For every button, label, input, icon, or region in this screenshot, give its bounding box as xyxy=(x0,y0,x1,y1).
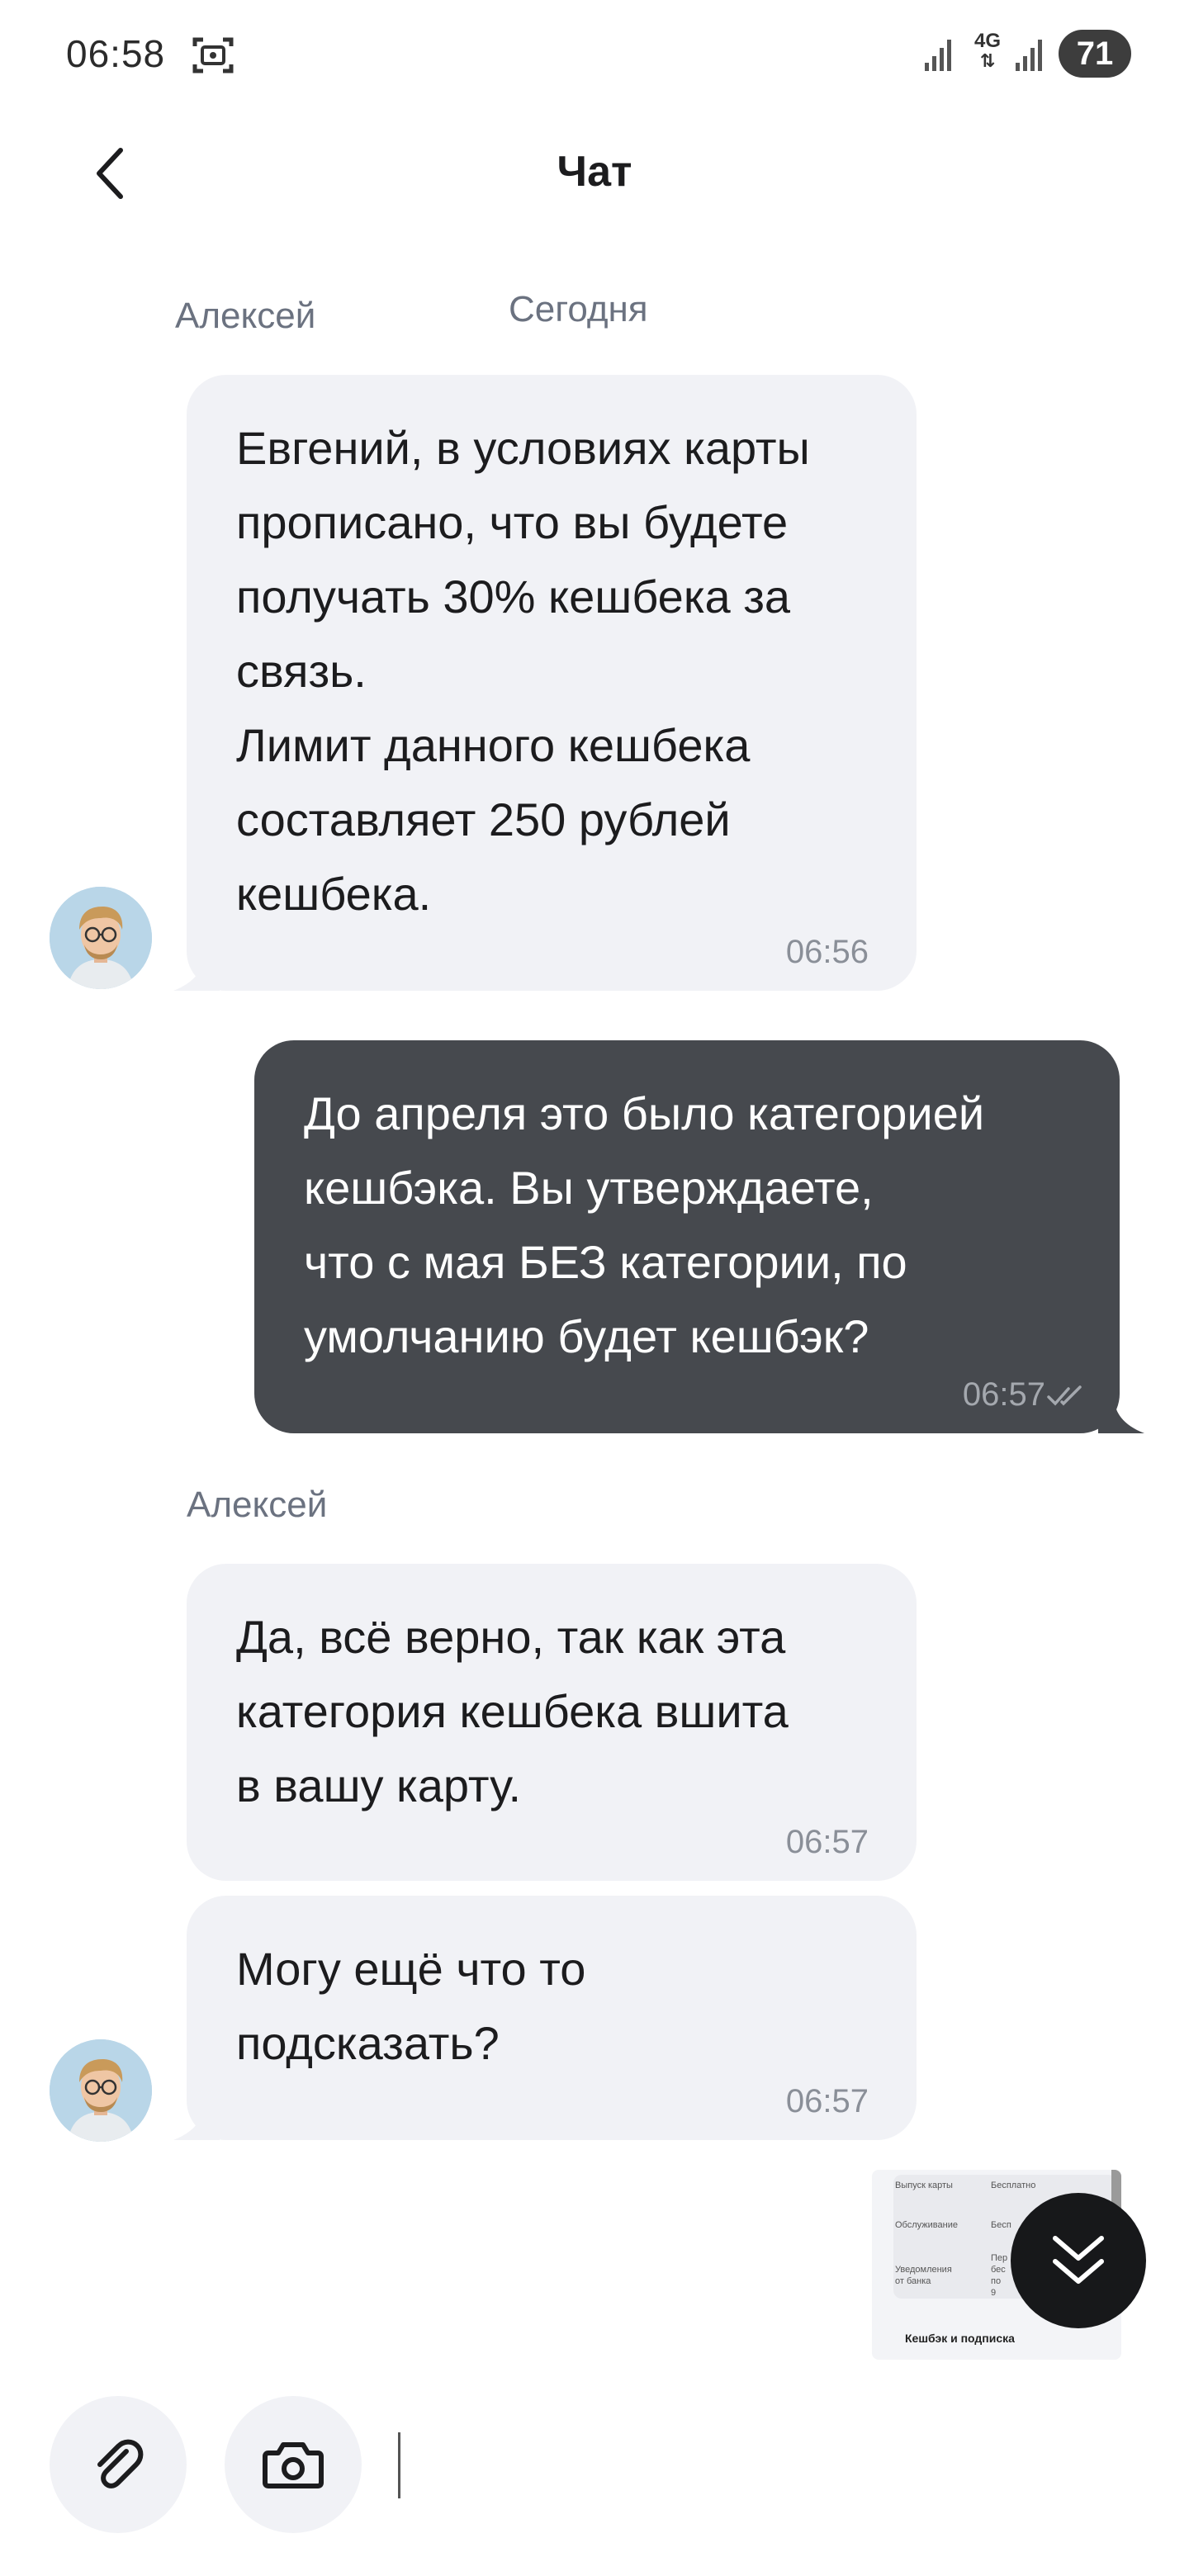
camera-icon xyxy=(263,2442,324,2488)
message-bubble-outgoing[interactable]: До апреля это было категорией кешбэка. В… xyxy=(254,1040,1120,1433)
page-title: Чат xyxy=(557,148,632,196)
attach-button[interactable] xyxy=(50,2396,187,2533)
message-bubble-incoming[interactable]: Евгений, в условиях карты прописано, что… xyxy=(187,375,917,991)
status-time: 06:58 xyxy=(66,32,166,75)
attachment-row: Обслуживание Бесп xyxy=(895,2220,1011,2230)
message-text: Евгений, в условиях карты прописано, что… xyxy=(236,422,810,920)
message-text: Да, всё верно, так как эта категория кеш… xyxy=(236,1611,789,1811)
date-separator: Сегодня xyxy=(509,289,648,329)
bubble-tail xyxy=(1098,1400,1144,1433)
double-chevron-down-icon xyxy=(1053,2236,1104,2284)
message-text: До апреля это было категорией кешбэка. В… xyxy=(304,1087,985,1362)
attachment-footer: Кешбэк и подписка xyxy=(905,2332,1015,2345)
network-type: 4G ⇅ xyxy=(973,30,1001,71)
avatar xyxy=(50,2039,152,2142)
message-time: 06:57 xyxy=(785,2083,869,2119)
camera-button[interactable] xyxy=(225,2396,362,2533)
message-time: 06:56 xyxy=(785,934,869,970)
app-header: Чат xyxy=(0,107,1189,239)
bubble-tail xyxy=(173,958,220,991)
screenshot-icon xyxy=(192,37,234,73)
bubble-tail xyxy=(173,2107,220,2140)
message-input[interactable] xyxy=(396,2427,1123,2502)
double-check-icon xyxy=(1047,1385,1082,1406)
status-bar: 06:58 4G ⇅ 71 xyxy=(0,0,1189,107)
sender-name: Алексей xyxy=(175,296,316,336)
text-cursor xyxy=(398,2432,400,2498)
message-time: 06:57 xyxy=(785,1824,869,1860)
message-bubble-incoming[interactable]: Могу ещё что то подсказать? 06:57 xyxy=(187,1896,917,2140)
message-time: 06:57 xyxy=(962,1376,1045,1413)
avatar-image xyxy=(50,887,152,989)
signal-icon xyxy=(1016,40,1042,71)
signal-icon xyxy=(925,40,951,71)
scroll-to-bottom-button[interactable] xyxy=(1011,2193,1146,2328)
message-text: Могу ещё что то подсказать? xyxy=(236,1943,586,2069)
battery-indicator: 71 xyxy=(1059,30,1131,78)
avatar xyxy=(50,887,152,989)
attachment-row: Уведомления от банка Пер бес по 9 xyxy=(895,2253,1008,2298)
message-composer xyxy=(0,2378,1189,2576)
sender-name: Алексей xyxy=(187,1485,328,1525)
message-bubble-incoming[interactable]: Да, всё верно, так как эта категория кеш… xyxy=(187,1564,917,1881)
attachment-row: Выпуск карты Бесплатно xyxy=(895,2181,1036,2190)
paperclip-icon xyxy=(97,2439,144,2488)
avatar-image xyxy=(50,2039,152,2142)
